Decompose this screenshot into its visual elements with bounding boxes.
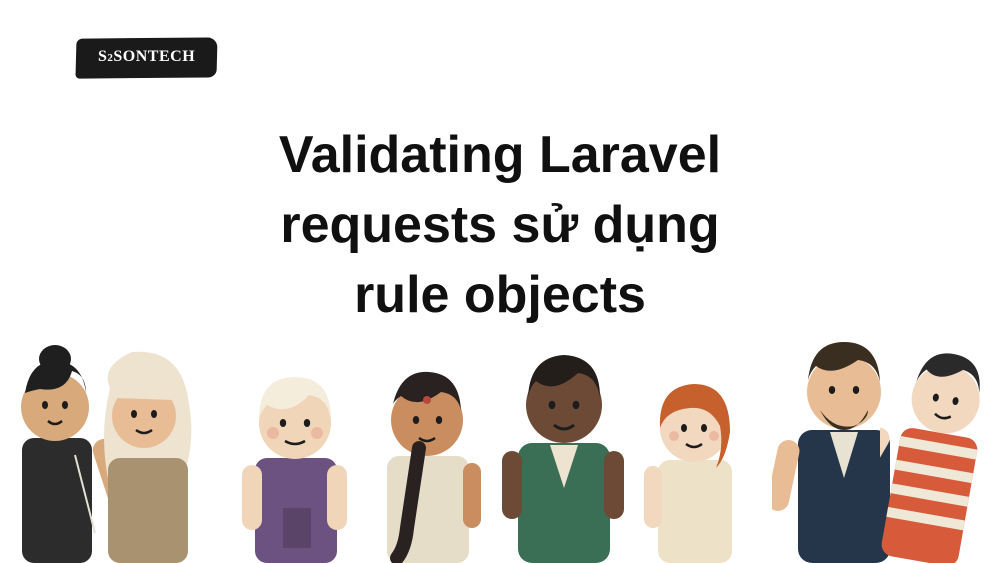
page-title: Validating Laravel requests sử dụng rule… xyxy=(160,120,840,331)
illustration-person-4 xyxy=(359,348,494,563)
illustration-person-6 xyxy=(630,358,755,563)
logo-text-prefix: S xyxy=(98,48,107,65)
illustration-person-2 xyxy=(80,338,210,563)
brand-logo: S2SONTECH xyxy=(80,40,213,76)
logo-text-suffix: SONTECH xyxy=(113,48,195,65)
illustration-people-row xyxy=(0,313,1000,563)
illustration-person-5 xyxy=(490,333,635,563)
title-line-2: requests sử dụng xyxy=(160,190,840,260)
illustration-person-3 xyxy=(227,353,362,563)
title-line-1: Validating Laravel xyxy=(160,120,840,190)
illustration-person-8 xyxy=(880,323,1000,563)
